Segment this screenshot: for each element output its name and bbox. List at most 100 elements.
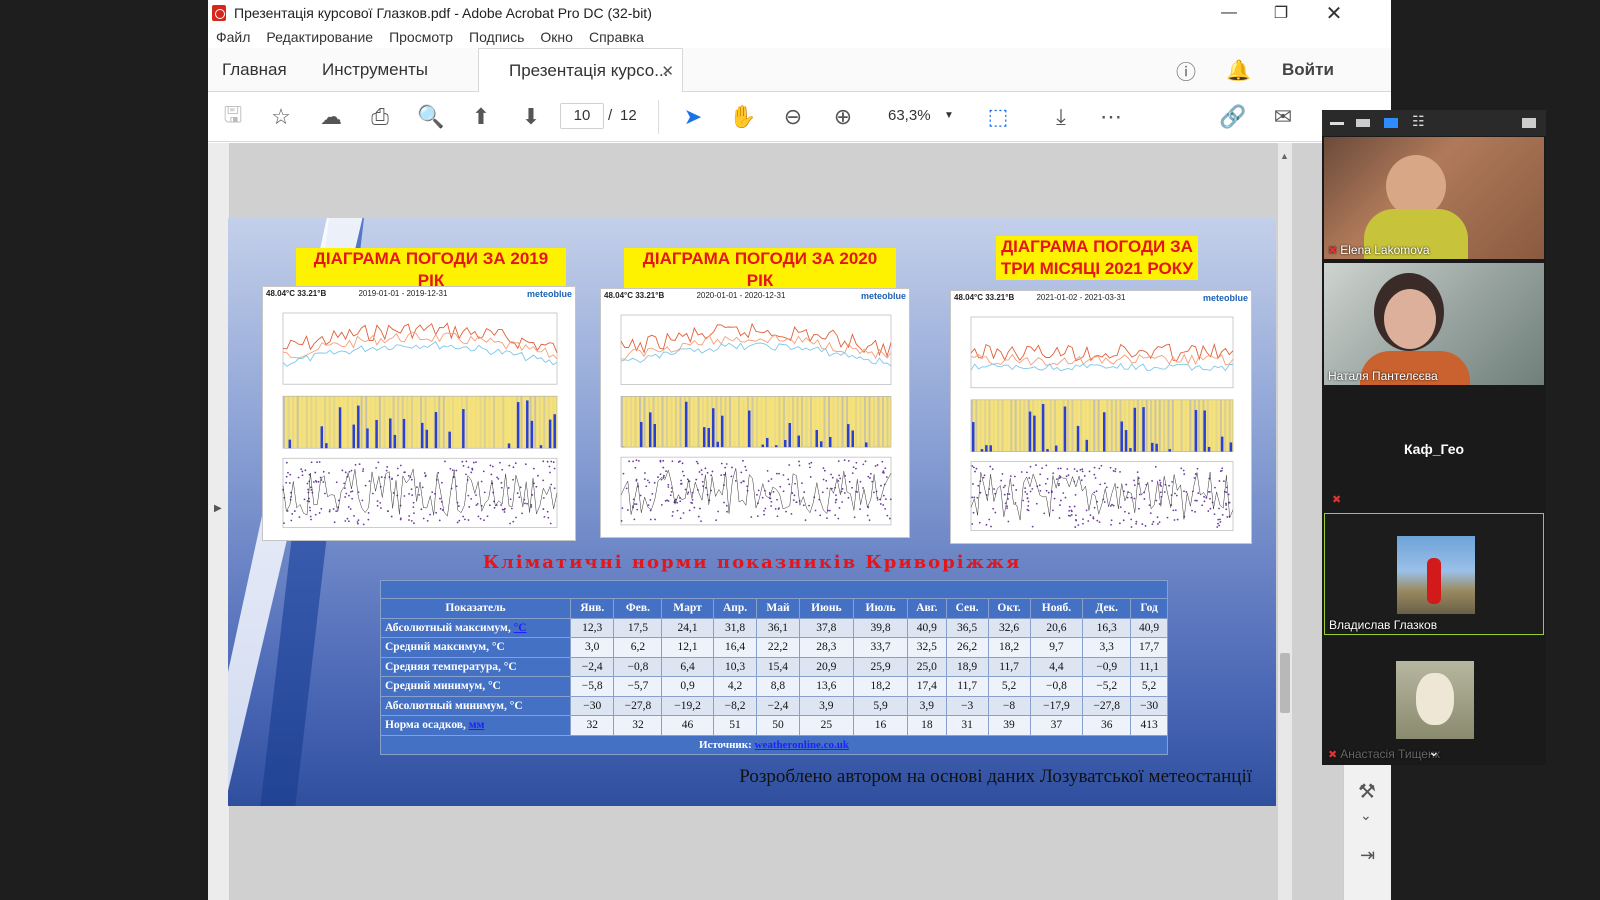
meteoblue-logo: meteoblue — [526, 289, 572, 299]
wind-direction-dot — [362, 523, 365, 526]
wind-direction-dot — [684, 488, 687, 491]
minimize-video-icon[interactable] — [1330, 122, 1344, 125]
cloud-bar — [333, 396, 336, 449]
wind-direction-dot — [1124, 510, 1126, 513]
page-up-icon[interactable]: ⬆ — [466, 102, 496, 132]
table-cell: 25 — [798, 715, 855, 736]
page-number-input[interactable]: 10 — [560, 103, 604, 129]
diagram-period: 2021-01-02 - 2021-03-31 — [1036, 293, 1126, 302]
cloud-bar — [886, 396, 889, 448]
wind-direction-dot — [869, 477, 871, 479]
wind-direction-dot — [1125, 483, 1128, 486]
pane-collapse-icon[interactable]: ⇥ — [1360, 845, 1375, 866]
wind-direction-dot — [660, 503, 663, 506]
scroll-up-icon[interactable]: ▲ — [1280, 151, 1289, 161]
zoom-dropdown-icon[interactable]: ▼ — [944, 110, 954, 121]
temperature-panel — [620, 314, 892, 385]
wind-direction-dot — [1225, 508, 1228, 511]
zoom-search-icon[interactable]: 🔍 — [416, 102, 446, 132]
participant-tile[interactable]: ✖ Анастасія Тищенк ⌄ — [1324, 639, 1544, 763]
tab-home[interactable]: Главная — [222, 48, 287, 92]
wind-direction-dot — [859, 480, 862, 483]
wind-direction-dot — [785, 510, 787, 513]
zoom-out-icon[interactable]: ⊖ — [778, 102, 808, 132]
menu-window[interactable]: Окно — [532, 26, 581, 48]
precip-bar — [1046, 449, 1049, 452]
gallery-view-icon[interactable]: ☷ — [1412, 113, 1426, 129]
unit-link[interactable]: °C — [514, 622, 527, 634]
menu-edit[interactable]: Редактирование — [258, 26, 381, 48]
zoom-in-icon[interactable]: ⊕ — [828, 102, 858, 132]
email-icon[interactable]: ✉ — [1268, 102, 1298, 132]
precip-bar — [421, 422, 424, 449]
more-tools-icon[interactable]: ⋯ — [1096, 102, 1126, 132]
close-tab-icon[interactable]: ✕ — [661, 62, 674, 80]
wind-direction-dot — [1151, 523, 1154, 526]
speaker-view-icon[interactable] — [1356, 119, 1370, 127]
popout-icon[interactable] — [1522, 118, 1536, 128]
share-link-icon[interactable]: 🔗 — [1218, 102, 1248, 132]
upload-cloud-icon[interactable]: ☁ — [316, 102, 346, 132]
wind-direction-dot — [798, 460, 800, 463]
scroll-thumb[interactable] — [1280, 653, 1290, 713]
participant-tile[interactable]: Каф_Гео ✖ — [1324, 389, 1544, 511]
tab-tools[interactable]: Инструменты — [322, 48, 428, 92]
expand-left-icon[interactable]: ▶ — [214, 503, 222, 514]
wind-direction-dot — [873, 491, 875, 494]
table-row: Абсолютный максимум, °C 12,3 17,5 24,1 31,8 3… — [380, 617, 1168, 638]
strip-view-icon[interactable] — [1384, 118, 1398, 128]
wind-direction-dot — [347, 520, 350, 523]
print-icon[interactable]: ⎙ — [365, 102, 395, 132]
menu-view[interactable]: Просмотр — [381, 26, 461, 48]
select-cursor-icon[interactable]: ➤ — [678, 102, 708, 132]
menu-help[interactable]: Справка — [581, 26, 652, 48]
restore-icon[interactable]: ❐ — [1255, 0, 1307, 26]
expand-tools-icon[interactable]: ⌄ — [1360, 807, 1372, 824]
table-cell: −8,2 — [712, 695, 758, 716]
zoom-level[interactable]: 63,3% — [888, 107, 931, 124]
wind-direction-dot — [1006, 507, 1008, 509]
bookmark-star-icon[interactable]: ☆ — [266, 102, 296, 132]
wind-direction-dot — [380, 476, 383, 478]
close-icon[interactable]: ✕ — [1308, 0, 1360, 26]
wind-direction-dot — [1172, 509, 1175, 512]
table-cell: 413 — [1130, 715, 1168, 736]
hand-tool-icon[interactable]: ✋ — [728, 102, 758, 132]
wind-direction-dot — [403, 495, 406, 497]
cloud-bar — [378, 396, 381, 449]
bell-icon[interactable]: 🔔 — [1226, 48, 1251, 92]
wind-direction-dot — [542, 508, 545, 510]
unit-link[interactable]: мм — [469, 719, 485, 731]
tools-add-icon[interactable]: ⚒ — [1358, 779, 1376, 804]
left-panel-toggle[interactable]: ▶ — [208, 143, 230, 900]
wind-direction-dot — [1012, 484, 1015, 487]
table-cell: −30 — [1130, 695, 1168, 716]
sign-in-button[interactable]: Войти — [1282, 48, 1334, 92]
cloud-bar — [410, 396, 413, 449]
cloud-bar — [621, 396, 623, 448]
wind-direction-dot — [543, 515, 546, 518]
fit-page-icon[interactable]: ⬚ — [983, 102, 1013, 132]
minimize-icon[interactable]: — — [1203, 0, 1255, 26]
tab-document[interactable]: Презентація курсо... ✕ — [478, 48, 683, 92]
vertical-scrollbar[interactable]: ▲ — [1278, 143, 1292, 900]
menu-file[interactable]: Файл — [208, 26, 258, 48]
wind-direction-dot — [795, 501, 798, 504]
menu-sign[interactable]: Подпись — [461, 26, 532, 48]
table-cell: −3 — [945, 695, 989, 716]
save-icon[interactable]: 🖫 — [218, 102, 248, 132]
source-link[interactable]: weatheronline.co.uk — [755, 739, 850, 751]
participant-tile[interactable]: Наталя Пантелєєва — [1324, 263, 1544, 385]
cloud-bar — [442, 396, 445, 449]
participant-tile-active[interactable]: Владислав Глазков — [1324, 513, 1544, 635]
participant-tile[interactable]: ✖ Elena Lakomova — [1324, 137, 1544, 259]
page-down-icon[interactable]: ⬇ — [516, 102, 546, 132]
cloud-bar — [1224, 399, 1227, 452]
title-bar: Презентація курсової Глазков.pdf - Adobe… — [208, 0, 1391, 26]
scroll-mode-icon[interactable]: ⤓ — [1046, 102, 1076, 132]
wind-direction-dot — [429, 513, 431, 516]
wind-direction-dot — [1095, 490, 1098, 493]
wind-direction-dot — [793, 494, 796, 497]
help-icon[interactable]: ⓘ — [1176, 48, 1196, 92]
scroll-down-icon[interactable]: ⌄ — [1428, 743, 1440, 760]
